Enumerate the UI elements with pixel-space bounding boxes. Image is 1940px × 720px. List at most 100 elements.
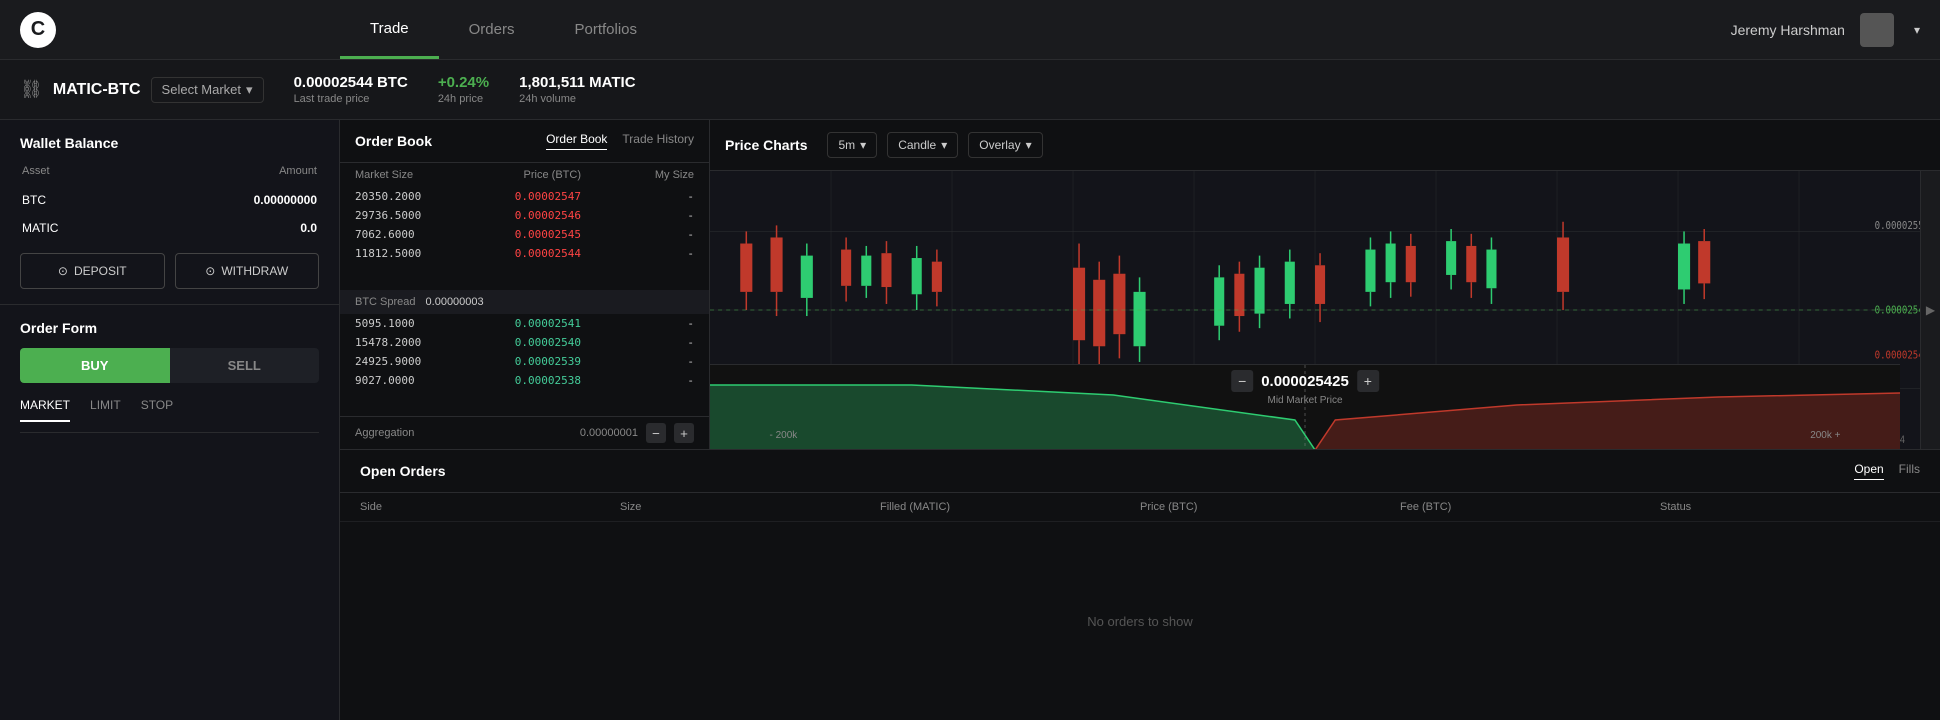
ob-spread: BTC Spread 0.00000003 — [340, 290, 709, 314]
wallet-section: Wallet Balance Asset Amount BTC 0.000000… — [0, 120, 339, 305]
logo-area: C — [0, 12, 340, 48]
ob-bid-rows: 5095.1000 0.00002541 - 15478.2000 0.0000… — [340, 314, 709, 417]
orders-table-header: Side Size Filled (MATIC) Price (BTC) Fee… — [340, 493, 1940, 522]
orders-tabs: Open Fills — [1854, 462, 1920, 480]
market-header: ⛓ MATIC-BTC Select Market ▾ 0.00002544 B… — [0, 60, 1940, 120]
market-stat-change: +0.24% 24h price — [438, 74, 489, 105]
logo[interactable]: C — [20, 12, 56, 48]
col-status: Status — [1660, 501, 1920, 513]
mid-price-increase[interactable]: + — [1357, 370, 1379, 392]
user-menu-chevron[interactable]: ▾ — [1914, 23, 1920, 37]
ask-size-0: 20350.2000 — [355, 190, 468, 203]
col-filled: Filled (MATIC) — [880, 501, 1140, 513]
ask-my-size-1: - — [581, 209, 694, 222]
ask-price-0: 0.00002547 — [468, 190, 581, 203]
col-price: Price (BTC) — [1140, 501, 1400, 513]
aggregation-label: Aggregation — [355, 427, 414, 439]
depth-volume-right: 200k + — [1810, 430, 1840, 441]
agg-decrease-button[interactable]: − — [646, 423, 666, 443]
chart-area: 0.00002550 0.00002544 0.00002540 11:20 1… — [710, 171, 1940, 449]
order-book-header: Order Book Order Book Trade History — [340, 120, 709, 163]
order-type-stop[interactable]: STOP — [141, 398, 173, 422]
candlestick-chart[interactable]: 0.00002550 0.00002544 0.00002540 11:20 1… — [710, 171, 1920, 449]
depth-volume-left: - 200k — [770, 430, 798, 441]
col-market-size: Market Size — [355, 169, 468, 181]
select-market-dropdown[interactable]: Select Market ▾ — [151, 77, 264, 103]
tab-open[interactable]: Open — [1854, 462, 1883, 480]
top-section: Order Book Order Book Trade History Mark… — [340, 120, 1940, 450]
order-book-title: Order Book — [355, 133, 432, 149]
orders-title: Open Orders — [360, 463, 446, 479]
nav-tab-portfolios[interactable]: Portfolios — [544, 0, 667, 59]
col-price: Price (BTC) — [468, 169, 581, 181]
ob-ask-rows: 20350.2000 0.00002547 - 29736.5000 0.000… — [340, 187, 709, 290]
tab-order-book[interactable]: Order Book — [546, 132, 607, 150]
volume-label: 24h volume — [519, 93, 635, 105]
withdraw-icon: ⊙ — [205, 264, 215, 278]
ask-my-size-0: - — [581, 190, 694, 203]
withdraw-button[interactable]: ⊙ WITHDRAW — [175, 253, 320, 289]
order-form-section: Order Form BUY SELL MARKET LIMIT STOP — [0, 305, 339, 720]
chart-type-label: Candle — [898, 138, 936, 152]
buy-button[interactable]: BUY — [20, 348, 170, 383]
market-stat-price: 0.00002544 BTC Last trade price — [294, 74, 408, 105]
market-pair: ⛓ MATIC-BTC Select Market ▾ — [20, 77, 264, 103]
deposit-button[interactable]: ⊙ DEPOSIT — [20, 253, 165, 289]
chart-scroll-right[interactable]: ▶ — [1920, 171, 1940, 449]
mid-price-overlay: − 0.000025425 + Mid Market Price — [1231, 370, 1379, 406]
mid-price-value: 0.000025425 — [1261, 373, 1349, 390]
order-type-limit[interactable]: LIMIT — [90, 398, 121, 422]
open-orders-section: Open Orders Open Fills Side Size Filled … — [340, 450, 1940, 720]
aggregation-bar: Aggregation 0.00000001 − + — [340, 416, 709, 449]
agg-increase-button[interactable]: + — [674, 423, 694, 443]
mid-price-label: Mid Market Price — [1267, 395, 1342, 406]
col-side: Side — [360, 501, 620, 513]
svg-text:0.00002550: 0.00002550 — [1875, 220, 1920, 232]
bid-price-3: 0.00002538 — [468, 374, 581, 387]
agg-controls: 0.00000001 − + — [580, 423, 694, 443]
top-navigation: C Trade Orders Portfolios Jeremy Harshma… — [0, 0, 1940, 60]
sell-button[interactable]: SELL — [170, 348, 320, 383]
bid-size-3: 9027.0000 — [355, 374, 468, 387]
table-row: BTC 0.00000000 — [22, 187, 317, 213]
bid-size-1: 15478.2000 — [355, 336, 468, 349]
table-row: 5095.1000 0.00002541 - — [340, 314, 709, 333]
table-row: 29736.5000 0.00002546 - — [340, 206, 709, 225]
table-row: 9027.0000 0.00002538 - — [340, 371, 709, 390]
sidebar: Wallet Balance Asset Amount BTC 0.000000… — [0, 120, 340, 720]
wallet-table: Asset Amount BTC 0.00000000 MATIC 0.0 — [20, 163, 319, 243]
bid-my-size-2: - — [581, 355, 694, 368]
timeframe-control[interactable]: 5m ▾ — [827, 132, 877, 158]
overlay-label: Overlay — [979, 138, 1020, 152]
deposit-label: DEPOSIT — [74, 264, 127, 278]
svg-text:0.00002544: 0.00002544 — [1875, 305, 1920, 317]
timeframe-label: 5m — [838, 138, 855, 152]
chart-type-control[interactable]: Candle ▾ — [887, 132, 958, 158]
nav-right: Jeremy Harshman ▾ — [1711, 13, 1940, 47]
ask-my-size-3: - — [581, 247, 694, 260]
price-charts-panel: Price Charts 5m ▾ Candle ▾ Overlay ▾ — [710, 120, 1940, 449]
spread-value: 0.00000003 — [426, 296, 484, 308]
tab-fills[interactable]: Fills — [1899, 462, 1920, 480]
overlay-control[interactable]: Overlay ▾ — [968, 132, 1042, 158]
mid-price-decrease[interactable]: − — [1231, 370, 1253, 392]
ask-my-size-2: - — [581, 228, 694, 241]
price-change-value: +0.24% — [438, 74, 489, 91]
select-market-chevron: ▾ — [246, 82, 253, 98]
nav-tab-trade[interactable]: Trade — [340, 0, 439, 59]
depth-chart: − 0.000025425 + Mid Market Price - 200k … — [710, 364, 1900, 449]
table-row: 24925.9000 0.00002539 - — [340, 352, 709, 371]
buy-sell-tabs: BUY SELL — [20, 348, 319, 383]
mid-price-controls: − 0.000025425 + — [1231, 370, 1379, 392]
col-size: Size — [620, 501, 880, 513]
user-avatar[interactable] — [1860, 13, 1894, 47]
orders-empty-message: No orders to show — [340, 522, 1940, 720]
ask-size-2: 7062.6000 — [355, 228, 468, 241]
amount-matic: 0.0 — [131, 215, 317, 241]
order-type-market[interactable]: MARKET — [20, 398, 70, 422]
tab-trade-history[interactable]: Trade History — [622, 132, 694, 150]
svg-text:0.00002540: 0.00002540 — [1875, 350, 1920, 362]
empty-text: No orders to show — [1087, 614, 1193, 629]
orders-header: Open Orders Open Fills — [340, 450, 1940, 493]
nav-tab-orders[interactable]: Orders — [439, 0, 545, 59]
